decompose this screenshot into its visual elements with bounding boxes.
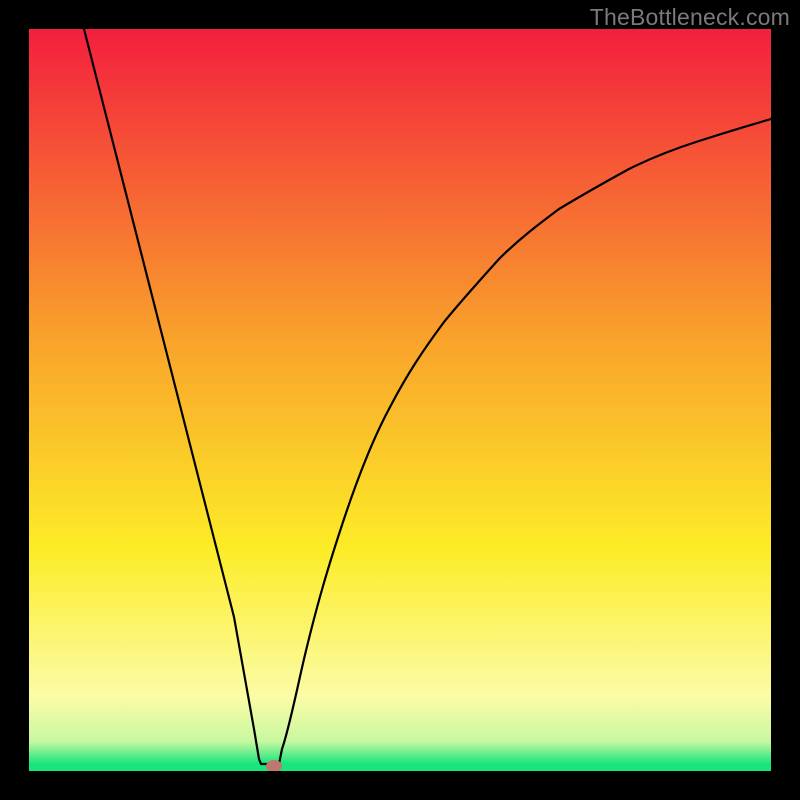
- watermark-label: TheBottleneck.com: [590, 4, 790, 31]
- curve-layer: [29, 29, 771, 771]
- outer-black-frame: TheBottleneck.com: [0, 0, 800, 800]
- bottleneck-curve: [84, 29, 771, 764]
- plot-area: [29, 29, 771, 771]
